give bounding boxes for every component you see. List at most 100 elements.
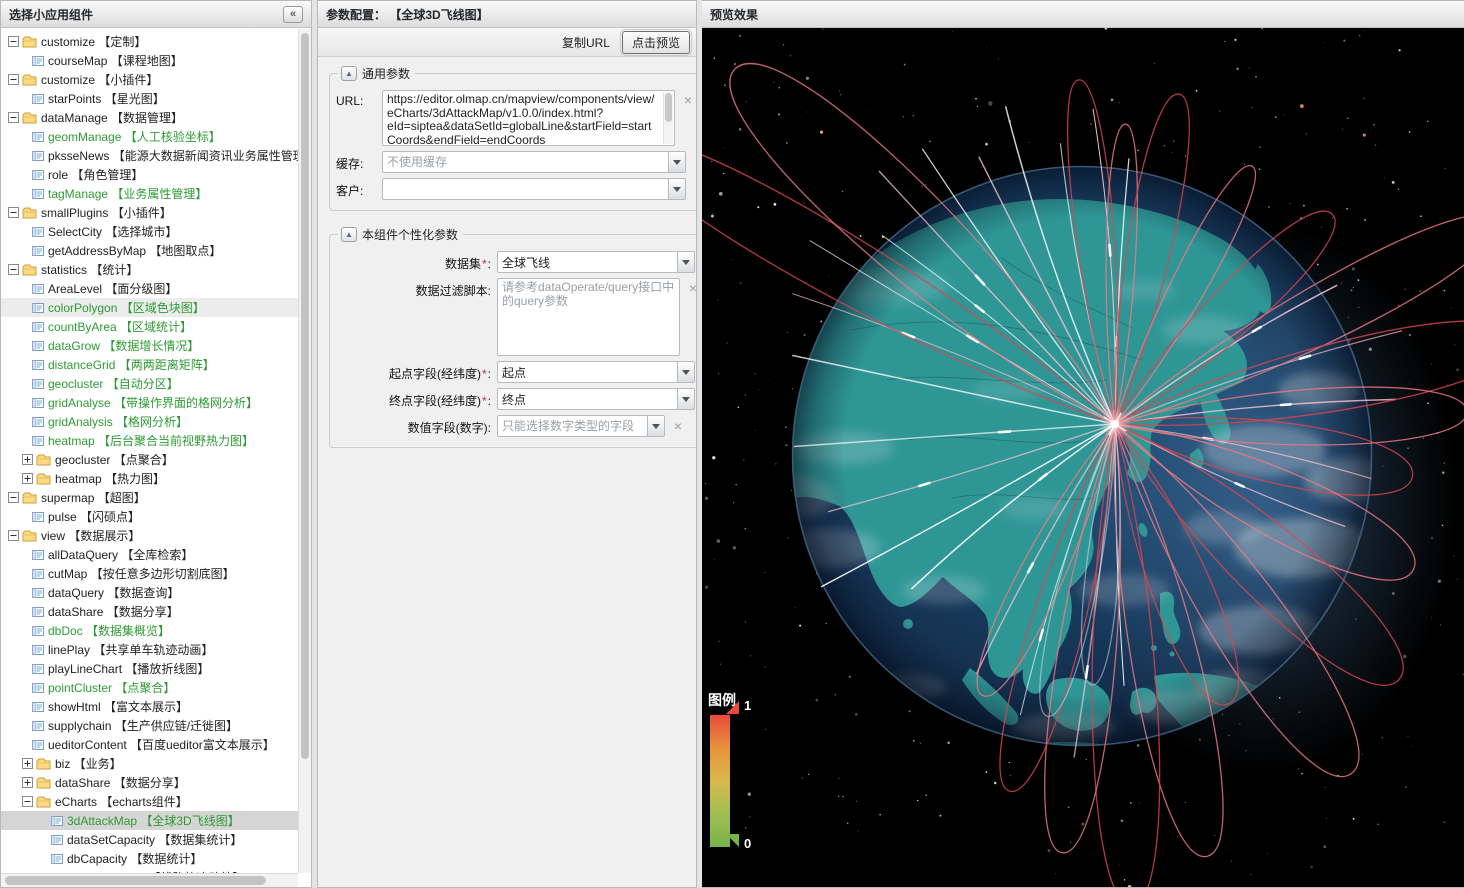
tree-leaf-item[interactable]: gridAnalysis 【格网分析】: [1, 412, 298, 431]
tree-folder-item[interactable]: statistics 【统计】: [1, 260, 298, 279]
chevron-down-icon[interactable]: [677, 251, 695, 273]
textarea-scrollbar[interactable]: [663, 92, 673, 144]
tree-leaf-item[interactable]: dataGrow 【数据增长情况】: [1, 336, 298, 355]
cache-select[interactable]: [382, 151, 686, 173]
tree-leaf-item[interactable]: starPoints 【星光图】: [1, 89, 298, 108]
tree-folder-item[interactable]: geocluster 【点聚合】: [1, 450, 298, 469]
collapse-toggle-icon[interactable]: [8, 264, 19, 275]
collapse-section-icon[interactable]: ▲: [341, 227, 357, 242]
end-field-input[interactable]: [497, 388, 678, 410]
tree-folder-item[interactable]: view 【数据展示】: [1, 526, 298, 545]
value-field-input[interactable]: [497, 415, 648, 437]
tree-leaf-item[interactable]: supplychain 【生产供应链/迁徙图】: [1, 716, 298, 735]
tree-leaf-item[interactable]: AreaLevel 【面分级图】: [1, 279, 298, 298]
chevron-down-icon[interactable]: [668, 151, 686, 173]
chevron-down-icon[interactable]: [677, 388, 695, 410]
clear-icon[interactable]: ×: [670, 418, 686, 434]
scrollbar-thumb[interactable]: [665, 93, 672, 122]
collapse-section-icon[interactable]: ▲: [341, 66, 357, 81]
tree-leaf-item[interactable]: dbCapacity 【数据统计】: [1, 849, 298, 868]
tree-folder-item[interactable]: customize 【定制】: [1, 32, 298, 51]
chevron-down-icon[interactable]: [647, 415, 665, 437]
tree-item-label: supplychain 【生产供应链/迁徙图】: [48, 717, 238, 734]
component-leaf-icon: [32, 568, 44, 580]
tree-leaf-item[interactable]: showHtml 【富文本展示】: [1, 697, 298, 716]
tree-leaf-item[interactable]: geomManage 【人工核验坐标】: [1, 127, 298, 146]
tree-leaf-item[interactable]: dbDoc 【数据集概览】: [1, 621, 298, 640]
tree-leaf-item[interactable]: role 【角色管理】: [1, 165, 298, 184]
tree-leaf-item[interactable]: cutMap 【按任意多边形切割底图】: [1, 564, 298, 583]
tree-leaf-item[interactable]: 3dAttackMap 【全球3D飞线图】: [1, 811, 298, 830]
expand-toggle-icon[interactable]: [22, 758, 33, 769]
globe-preview-canvas[interactable]: 图例 1 0: [702, 28, 1464, 887]
expand-toggle-icon[interactable]: [22, 473, 33, 484]
collapse-toggle-icon[interactable]: [8, 112, 19, 123]
tree-item-label: statistics 【统计】: [41, 261, 138, 278]
legend-max-value: 1: [744, 698, 751, 713]
client-select[interactable]: [382, 178, 686, 200]
tree-folder-item[interactable]: biz 【业务】: [1, 754, 298, 773]
filter-script-input[interactable]: [497, 278, 680, 356]
tree-item-label: role 【角色管理】: [48, 166, 143, 183]
collapse-toggle-icon[interactable]: [8, 530, 19, 541]
copy-url-button[interactable]: 复制URL: [556, 31, 616, 54]
tree-leaf-item[interactable]: SelectCity 【选择城市】: [1, 222, 298, 241]
tree-leaf-item[interactable]: getAddressByMap 【地图取点】: [1, 241, 298, 260]
tree-leaf-item[interactable]: pointCluster 【点聚合】: [1, 678, 298, 697]
tree-folder-item[interactable]: dataManage 【数据管理】: [1, 108, 298, 127]
tree-leaf-item[interactable]: dataQuery 【数据查询】: [1, 583, 298, 602]
collapse-toggle-icon[interactable]: [8, 74, 19, 85]
clear-icon[interactable]: ×: [691, 181, 696, 197]
url-input[interactable]: https://editor.olmap.cn/mapview/componen…: [382, 90, 675, 146]
collapse-toggle-icon[interactable]: [8, 492, 19, 503]
tree-leaf-item[interactable]: linePlay 【共享单车轨迹动画】: [1, 640, 298, 659]
tree-folder-item[interactable]: eCharts 【echarts组件】: [1, 792, 298, 811]
tree-leaf-item[interactable]: countByArea 【区域统计】: [1, 317, 298, 336]
tree-leaf-item[interactable]: colorPolygon 【区域色块图】: [1, 298, 298, 317]
value-field-select[interactable]: [497, 415, 665, 437]
clear-icon[interactable]: ×: [680, 92, 696, 108]
end-field-select[interactable]: [497, 388, 695, 410]
tree-leaf-item[interactable]: playLineChart 【播放折线图】: [1, 659, 298, 678]
tree-leaf-item[interactable]: gridAnalyse 【带操作界面的格网分析】: [1, 393, 298, 412]
start-field-input[interactable]: [497, 361, 678, 383]
tree-leaf-item[interactable]: dataShare 【数据分享】: [1, 602, 298, 621]
tree-leaf-item[interactable]: tagManage 【业务属性管理】: [1, 184, 298, 203]
tree-folder-item[interactable]: supermap 【超图】: [1, 488, 298, 507]
tree-leaf-item[interactable]: geocluster 【自动分区】: [1, 374, 298, 393]
clear-icon[interactable]: ×: [685, 280, 696, 296]
collapse-toggle-icon[interactable]: [22, 796, 33, 807]
tree-leaf-item[interactable]: courseMap 【课程地图】: [1, 51, 298, 70]
start-field-select[interactable]: [497, 361, 695, 383]
scrollbar-thumb[interactable]: [5, 876, 266, 885]
tree-folder-item[interactable]: heatmap 【热力图】: [1, 469, 298, 488]
tree-item-label: view 【数据展示】: [41, 527, 140, 544]
tree-leaf-item[interactable]: heatmap 【后台聚合当前视野热力图】: [1, 431, 298, 450]
clear-icon[interactable]: ×: [691, 154, 696, 170]
tree-leaf-item[interactable]: pulse 【闪硕点】: [1, 507, 298, 526]
collapse-toggle-icon[interactable]: [8, 207, 19, 218]
tree-leaf-item[interactable]: pksseNews 【能源大数据新闻资讯业务属性管理】: [1, 146, 298, 165]
client-input[interactable]: [382, 178, 669, 200]
tree-vertical-scrollbar[interactable]: [298, 29, 311, 873]
tree-horizontal-scrollbar[interactable]: [1, 873, 298, 887]
chevron-down-icon[interactable]: [668, 178, 686, 200]
tree-folder-item[interactable]: customize 【小插件】: [1, 70, 298, 89]
tree-folder-item[interactable]: dataShare 【数据分享】: [1, 773, 298, 792]
chevron-down-icon[interactable]: [677, 361, 695, 383]
tree-leaf-item[interactable]: dataSetCapacity 【数据集统计】: [1, 830, 298, 849]
dataset-input[interactable]: [497, 251, 678, 273]
collapse-toggle-icon[interactable]: [8, 36, 19, 47]
dataset-select[interactable]: [497, 251, 695, 273]
tree-leaf-item[interactable]: allDataQuery 【全库检索】: [1, 545, 298, 564]
tree-leaf-item[interactable]: distanceGrid 【两两距离矩阵】: [1, 355, 298, 374]
cache-input[interactable]: [382, 151, 669, 173]
tree-folder-item[interactable]: smallPlugins 【小插件】: [1, 203, 298, 222]
component-leaf-icon: [32, 93, 44, 105]
tree-leaf-item[interactable]: ueditorContent 【百度ueditor富文本展示】: [1, 735, 298, 754]
collapse-panel-icon[interactable]: «: [283, 6, 303, 23]
expand-toggle-icon[interactable]: [22, 777, 33, 788]
scrollbar-thumb[interactable]: [301, 33, 309, 759]
click-preview-button[interactable]: 点击预览: [622, 31, 690, 54]
expand-toggle-icon[interactable]: [22, 454, 33, 465]
